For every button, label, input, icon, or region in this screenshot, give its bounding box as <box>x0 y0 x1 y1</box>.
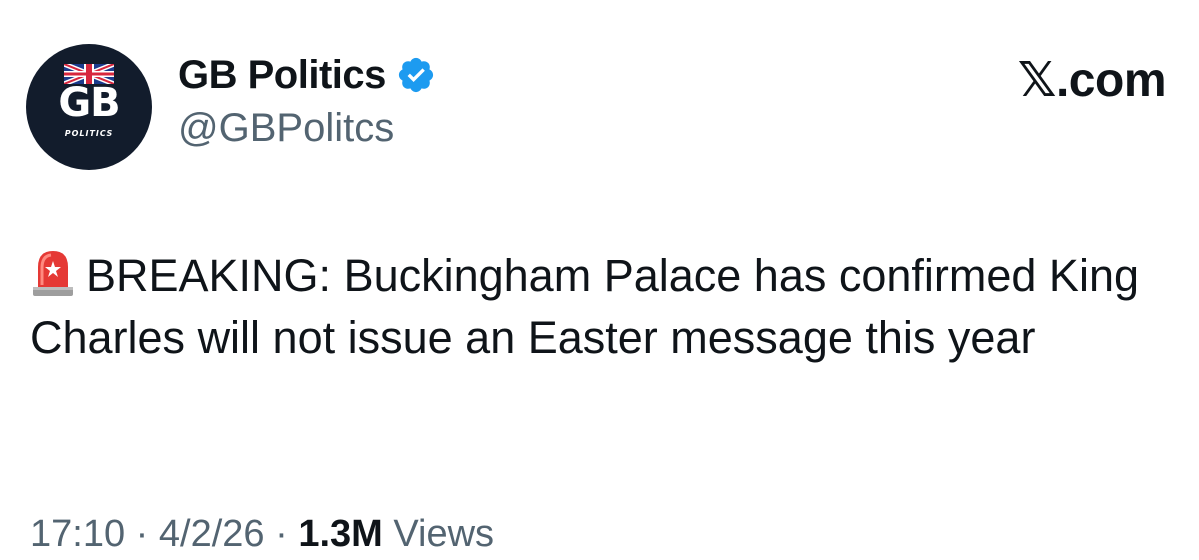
views-label: Views <box>393 513 495 555</box>
tweet-time[interactable]: 17:10 <box>30 513 125 555</box>
avatar-subtitle: POLITICS <box>64 129 114 138</box>
tweet-body: BREAKING: Buckingham Palace has confirme… <box>30 250 1139 363</box>
meta-separator: · <box>135 513 149 555</box>
police-siren-icon <box>33 251 73 296</box>
tweet-date[interactable]: 4/2/26 <box>159 513 265 555</box>
views-count[interactable]: 1.3M <box>298 513 382 555</box>
avatar-initials: GB <box>58 80 120 126</box>
author-name[interactable]: GB Politics <box>178 53 386 98</box>
meta-separator: · <box>275 513 288 555</box>
site-label: 𝕏.com <box>1017 54 1167 107</box>
author-handle[interactable]: @GBPolitcs <box>178 106 394 151</box>
tweet-meta: 17:10 · 4/2/26 · 1.3M Views <box>30 512 494 556</box>
author-name-row: GB Politics <box>178 50 436 100</box>
avatar[interactable]: GB POLITICS <box>26 44 152 170</box>
verified-badge-icon <box>398 57 433 93</box>
tweet-text: BREAKING: Buckingham Palace has confirme… <box>30 245 1170 369</box>
tweet-card: GB POLITICS GB Politics @GBPolitcs 𝕏.com… <box>0 0 1199 560</box>
